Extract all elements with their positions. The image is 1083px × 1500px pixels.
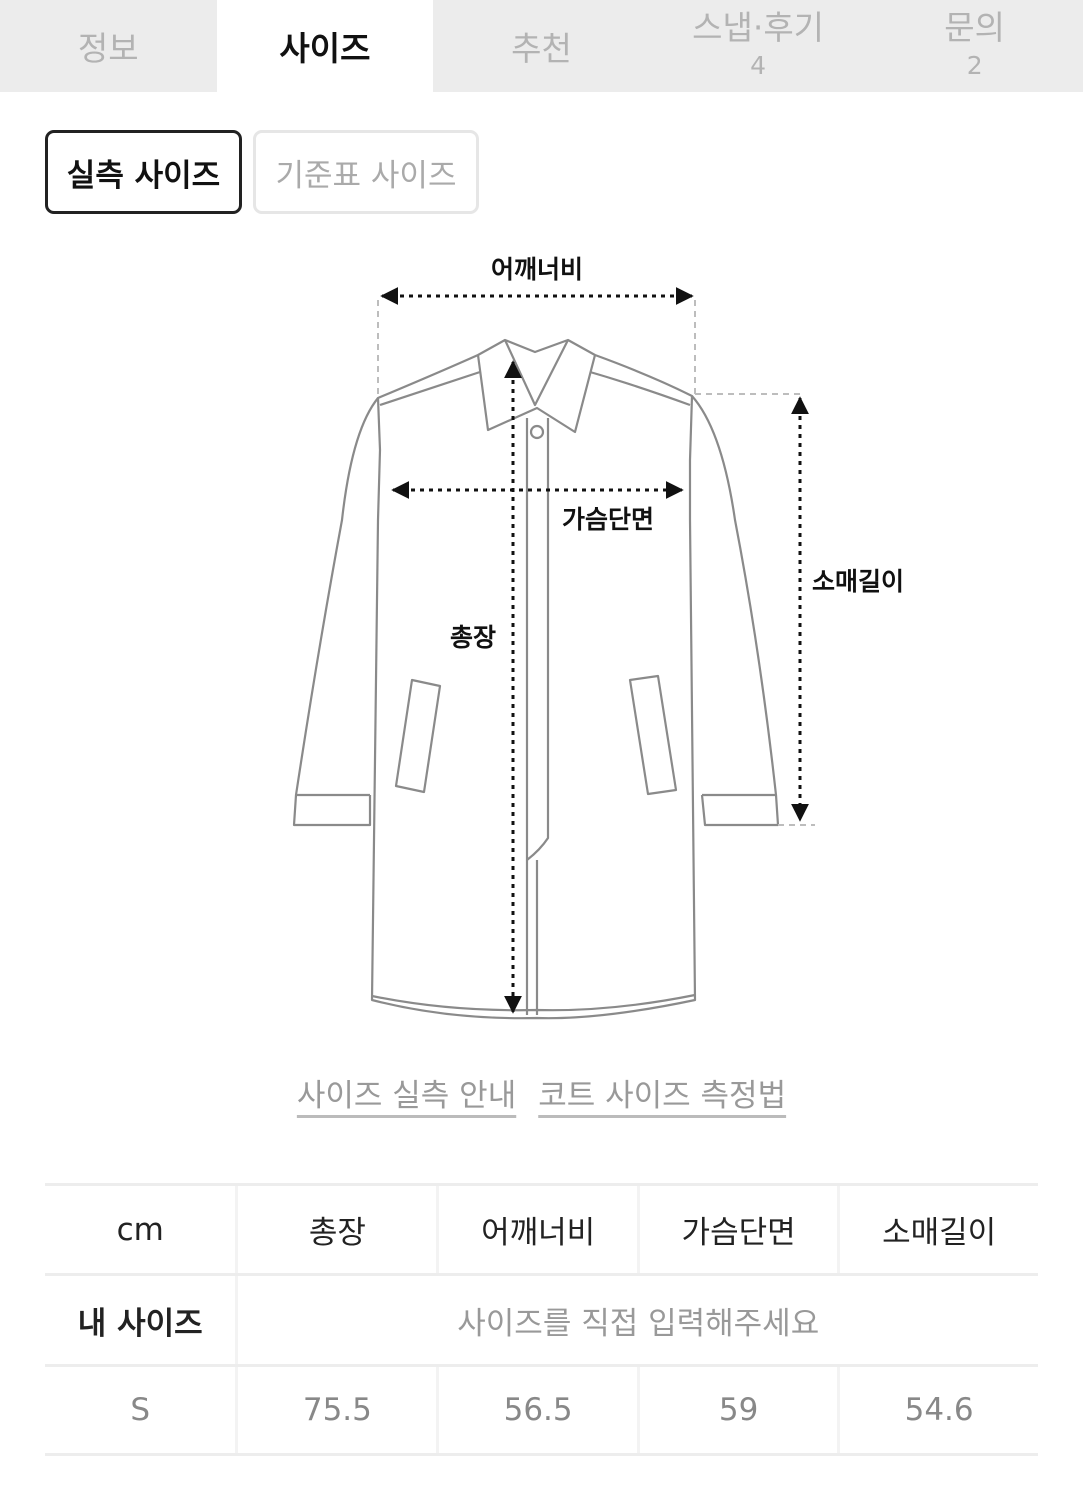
table-header-row: cm 총장 어깨너비 가슴단면 소매길이 bbox=[45, 1183, 1038, 1276]
tab-bar: 정보 사이즈 추천 스냅·후기 4 문의 2 bbox=[0, 0, 1083, 92]
tab-recommend[interactable]: 추천 bbox=[433, 0, 650, 92]
size-label: S bbox=[45, 1364, 237, 1456]
column-header-chest: 가슴단면 bbox=[636, 1183, 839, 1276]
length-label: 총장 bbox=[450, 623, 496, 652]
actual-size-button[interactable]: 실측 사이즈 bbox=[45, 130, 242, 214]
column-header-shoulder: 어깨너비 bbox=[436, 1183, 639, 1276]
tab-label: 사이즈 bbox=[279, 29, 371, 68]
sleeve-label: 소매길이 bbox=[812, 567, 904, 596]
tab-label: 정보 bbox=[77, 29, 139, 68]
tab-snap-review[interactable]: 스냅·후기 4 bbox=[650, 0, 867, 92]
coat-measurement-diagram: 어깨너비 가슴단면 총장 소매길이 bbox=[0, 240, 1083, 1040]
coat-measure-method-link[interactable]: 코트 사이즈 측정법 bbox=[538, 1070, 786, 1115]
my-size-row: 내 사이즈 사이즈를 직접 입력해주세요 bbox=[45, 1273, 1038, 1367]
tab-label: 추천 bbox=[511, 29, 572, 68]
unit-label: cm bbox=[45, 1183, 237, 1276]
chest-label: 가슴단면 bbox=[562, 505, 654, 534]
tab-label: 스냅·후기 bbox=[692, 7, 825, 47]
shoulder-label: 어깨너비 bbox=[491, 255, 583, 284]
tab-info[interactable]: 정보 bbox=[0, 0, 217, 92]
tab-count: 4 bbox=[750, 50, 767, 80]
column-header-length: 총장 bbox=[235, 1183, 438, 1276]
tab-inquiry[interactable]: 문의 2 bbox=[866, 0, 1083, 92]
standard-size-button[interactable]: 기준표 사이즈 bbox=[253, 130, 479, 214]
table-row: S 75.5 56.5 59 54.6 bbox=[45, 1364, 1038, 1456]
my-size-label: 내 사이즈 bbox=[45, 1273, 237, 1367]
value-chest: 59 bbox=[636, 1364, 839, 1456]
size-measure-guide-link[interactable]: 사이즈 실측 안내 bbox=[297, 1070, 516, 1115]
value-shoulder: 56.5 bbox=[436, 1364, 639, 1456]
my-size-input[interactable]: 사이즈를 직접 입력해주세요 bbox=[235, 1273, 1038, 1367]
coat-body-outline bbox=[370, 338, 697, 1020]
value-length: 75.5 bbox=[235, 1364, 438, 1456]
tab-size[interactable]: 사이즈 bbox=[216, 0, 434, 92]
size-table: cm 총장 어깨너비 가슴단면 소매길이 내 사이즈 사이즈를 직접 입력해주세… bbox=[45, 1183, 1038, 1456]
coat-illustration: 어깨너비 가슴단면 총장 소매길이 bbox=[292, 255, 904, 1020]
tab-label: 문의 bbox=[944, 7, 1006, 47]
column-header-sleeve: 소매길이 bbox=[837, 1183, 1038, 1276]
size-guide-links: 사이즈 실측 안내 코트 사이즈 측정법 bbox=[0, 1070, 1083, 1115]
tab-count: 2 bbox=[966, 50, 983, 80]
value-sleeve: 54.6 bbox=[837, 1364, 1038, 1456]
